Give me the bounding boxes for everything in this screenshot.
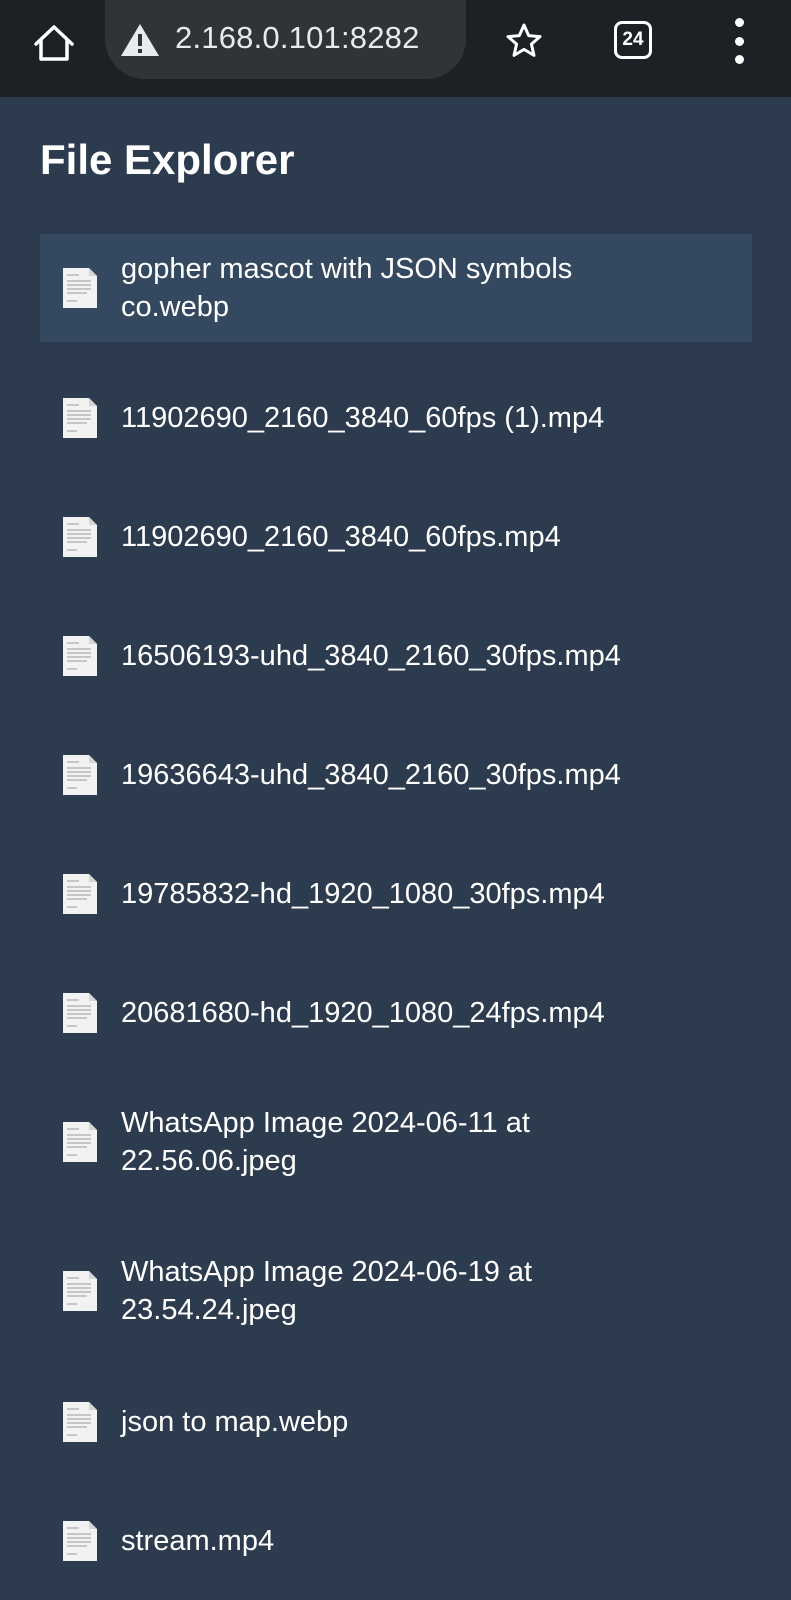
file-name: 11902690_2160_3840_60fps.mp4 bbox=[121, 521, 561, 553]
file-item[interactable]: gopher mascot with JSON symbols co.webp bbox=[40, 234, 752, 342]
file-name: json to map.webp bbox=[121, 1406, 349, 1438]
file-item[interactable]: 11902690_2160_3840_60fps (1).mp4 bbox=[40, 364, 752, 472]
file-item[interactable]: stream.mp4 bbox=[40, 1487, 752, 1595]
file-icon bbox=[63, 268, 97, 308]
file-icon bbox=[63, 517, 97, 557]
file-name: stream.mp4 bbox=[121, 1525, 275, 1557]
star-icon bbox=[506, 23, 542, 57]
file-icon bbox=[63, 636, 97, 676]
file-icon bbox=[63, 755, 97, 795]
url-text: 2.168.0.101:8282 bbox=[175, 20, 420, 55]
more-vert-icon[interactable] bbox=[720, 16, 758, 66]
file-icon bbox=[63, 398, 97, 438]
address-bar[interactable]: 2.168.0.101:8282 bbox=[105, 0, 466, 79]
file-item[interactable]: json to map.webp bbox=[40, 1368, 752, 1476]
file-icon bbox=[63, 1521, 97, 1561]
file-icon bbox=[63, 1402, 97, 1442]
file-name: 16506193-uhd_3840_2160_30fps.mp4 bbox=[121, 640, 621, 672]
file-item[interactable]: 11902690_2160_3840_60fps.mp4 bbox=[40, 483, 752, 591]
file-item[interactable]: 20681680-hd_1920_1080_24fps.mp4 bbox=[40, 959, 752, 1067]
file-name: gopher mascot with JSON symbols co.webp bbox=[121, 253, 573, 323]
file-icon bbox=[63, 993, 97, 1033]
file-icon bbox=[63, 1271, 97, 1311]
warning-icon bbox=[121, 24, 159, 56]
file-name: 11902690_2160_3840_60fps (1).mp4 bbox=[121, 402, 605, 434]
home-icon bbox=[34, 25, 74, 61]
file-item[interactable]: WhatsApp Image 2024-06-19 at 23.54.24.jp… bbox=[40, 1237, 752, 1345]
tab-count: 24 bbox=[622, 29, 644, 50]
file-name: WhatsApp Image 2024-06-11 at 22.56.06.jp… bbox=[121, 1107, 530, 1177]
file-item[interactable]: 16506193-uhd_3840_2160_30fps.mp4 bbox=[40, 602, 752, 710]
file-item[interactable]: 19785832-hd_1920_1080_30fps.mp4 bbox=[40, 840, 752, 948]
file-item[interactable]: 19636643-uhd_3840_2160_30fps.mp4 bbox=[40, 721, 752, 829]
tab-switcher-button[interactable]: 24 bbox=[614, 21, 652, 59]
file-name: 19636643-uhd_3840_2160_30fps.mp4 bbox=[121, 759, 621, 791]
bookmark-button[interactable] bbox=[500, 17, 548, 65]
file-name: 19785832-hd_1920_1080_30fps.mp4 bbox=[121, 878, 605, 910]
file-icon bbox=[63, 1122, 97, 1162]
file-icon bbox=[63, 874, 97, 914]
file-name: 20681680-hd_1920_1080_24fps.mp4 bbox=[121, 997, 605, 1029]
file-name: WhatsApp Image 2024-06-19 at 23.54.24.jp… bbox=[121, 1256, 533, 1326]
home-button[interactable] bbox=[28, 17, 80, 69]
file-item[interactable]: WhatsApp Image 2024-06-11 at 22.56.06.jp… bbox=[40, 1088, 752, 1196]
browser-toolbar: 2.168.0.101:8282 24 bbox=[0, 0, 791, 97]
page-title: File Explorer bbox=[40, 136, 295, 183]
